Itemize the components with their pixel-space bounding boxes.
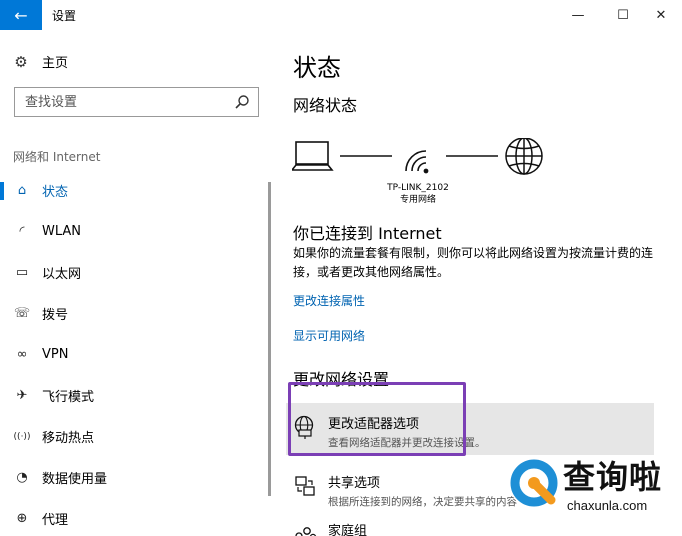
sidebar-item-data-usage[interactable]: ◔ 数据使用量: [0, 457, 270, 498]
wifi-signal-icon: [405, 150, 429, 174]
sidebar-home[interactable]: ⚙ 主页: [12, 52, 69, 72]
page-title: 状态: [293, 54, 341, 82]
close-button[interactable]: ✕: [638, 0, 682, 30]
back-button[interactable]: ←: [0, 0, 42, 30]
search-input[interactable]: [15, 88, 225, 116]
sidebar-item-dialup[interactable]: ☏ 拨号: [0, 293, 270, 334]
sidebar-item-label: 数据使用量: [42, 472, 108, 487]
homegroup-icon: [295, 527, 317, 536]
maximize-icon: ☐: [617, 7, 629, 23]
dialup-icon: ☏: [13, 306, 31, 321]
sidebar-item-airplane-mode[interactable]: ✈ 飞行模式: [0, 375, 270, 416]
home-label: 主页: [42, 56, 69, 71]
sidebar-item-vpn[interactable]: ∞ VPN: [0, 334, 270, 375]
search-icon[interactable]: [234, 94, 250, 110]
highlight-annotation: [288, 382, 466, 456]
back-arrow-icon: ←: [14, 5, 28, 25]
laptop-icon: [292, 141, 334, 171]
network-status-heading: 网络状态: [293, 96, 358, 115]
watermark-url: chaxunla.com: [567, 498, 648, 513]
sidebar-item-label: 状态: [42, 185, 69, 200]
network-name: TP-LINK_2102 专用网络: [382, 182, 454, 206]
sidebar-item-status[interactable]: ⌂ 状态: [0, 170, 270, 211]
sidebar-item-label: VPN: [42, 347, 69, 362]
sidebar-item-label: 拨号: [42, 308, 69, 323]
hotspot-icon: ((·)): [13, 431, 31, 442]
sidebar-item-wlan[interactable]: ◜ WLAN: [0, 211, 270, 252]
sidebar-item-label: 飞行模式: [42, 390, 95, 405]
section-label: 网络和 Internet: [13, 150, 101, 164]
sidebar-item-ethernet[interactable]: ▭ 以太网: [0, 252, 270, 293]
watermark-q-icon: [509, 458, 559, 508]
option-name: 家庭组: [328, 524, 368, 536]
sidebar-item-label: WLAN: [42, 224, 82, 239]
gear-icon: ⚙: [14, 52, 28, 71]
option-name: 共享选项: [328, 476, 381, 491]
title-bar: ← 设置 — ☐ ✕: [0, 0, 682, 30]
home-status-icon: ⌂: [17, 183, 27, 198]
option-description: 根据所连接到的网络，决定要共享的内容: [328, 496, 517, 508]
airplane-icon: ✈: [16, 388, 28, 403]
sidebar-item-hotspot[interactable]: ((·)) 移动热点: [0, 416, 270, 457]
window-title: 设置: [52, 9, 77, 23]
sidebar-item-proxy[interactable]: ⊕ 代理: [0, 498, 270, 536]
ethernet-icon: ▭: [15, 265, 29, 280]
sidebar-nav: ⌂ 状态 ◜ WLAN ▭ 以太网 ☏ 拨号 ∞ VPN ✈ 飞行模式 ((·)…: [0, 170, 270, 536]
watermark-text: 查询啦: [563, 458, 663, 496]
show-available-networks-link[interactable]: 显示可用网络: [293, 327, 365, 344]
search-box: [14, 87, 259, 117]
minimize-button[interactable]: —: [555, 0, 601, 30]
minimize-icon: —: [571, 7, 585, 23]
wifi-icon: ◜: [19, 224, 25, 239]
vpn-icon: ∞: [16, 347, 28, 362]
watermark-logo: 查询啦 chaxunla.com: [505, 450, 681, 530]
globe-icon: [505, 138, 543, 175]
sidebar-item-label: 以太网: [42, 267, 82, 282]
sidebar-item-label: 代理: [42, 513, 69, 528]
change-connection-properties-link[interactable]: 更改连接属性: [293, 292, 365, 309]
close-icon: ✕: [655, 7, 667, 23]
sidebar: ⚙ 主页 网络和 Internet ⌂ 状态 ◜ WLAN ▭ 以太网 ☏ 拨号…: [0, 30, 272, 536]
sidebar-item-label: 移动热点: [42, 431, 95, 446]
sidebar-scrollbar[interactable]: [268, 182, 271, 496]
data-usage-icon: ◔: [16, 470, 28, 485]
proxy-icon: ⊕: [16, 511, 28, 526]
connected-heading: 你已连接到 Internet: [293, 224, 442, 243]
sharing-icon: [295, 476, 315, 496]
network-type: 专用网络: [399, 195, 436, 205]
network-ssid: TP-LINK_2102: [387, 183, 449, 193]
connected-description: 如果你的流量套餐有限制，则你可以将此网络设置为按流量计费的连接，或者更改其他网络…: [293, 246, 654, 279]
